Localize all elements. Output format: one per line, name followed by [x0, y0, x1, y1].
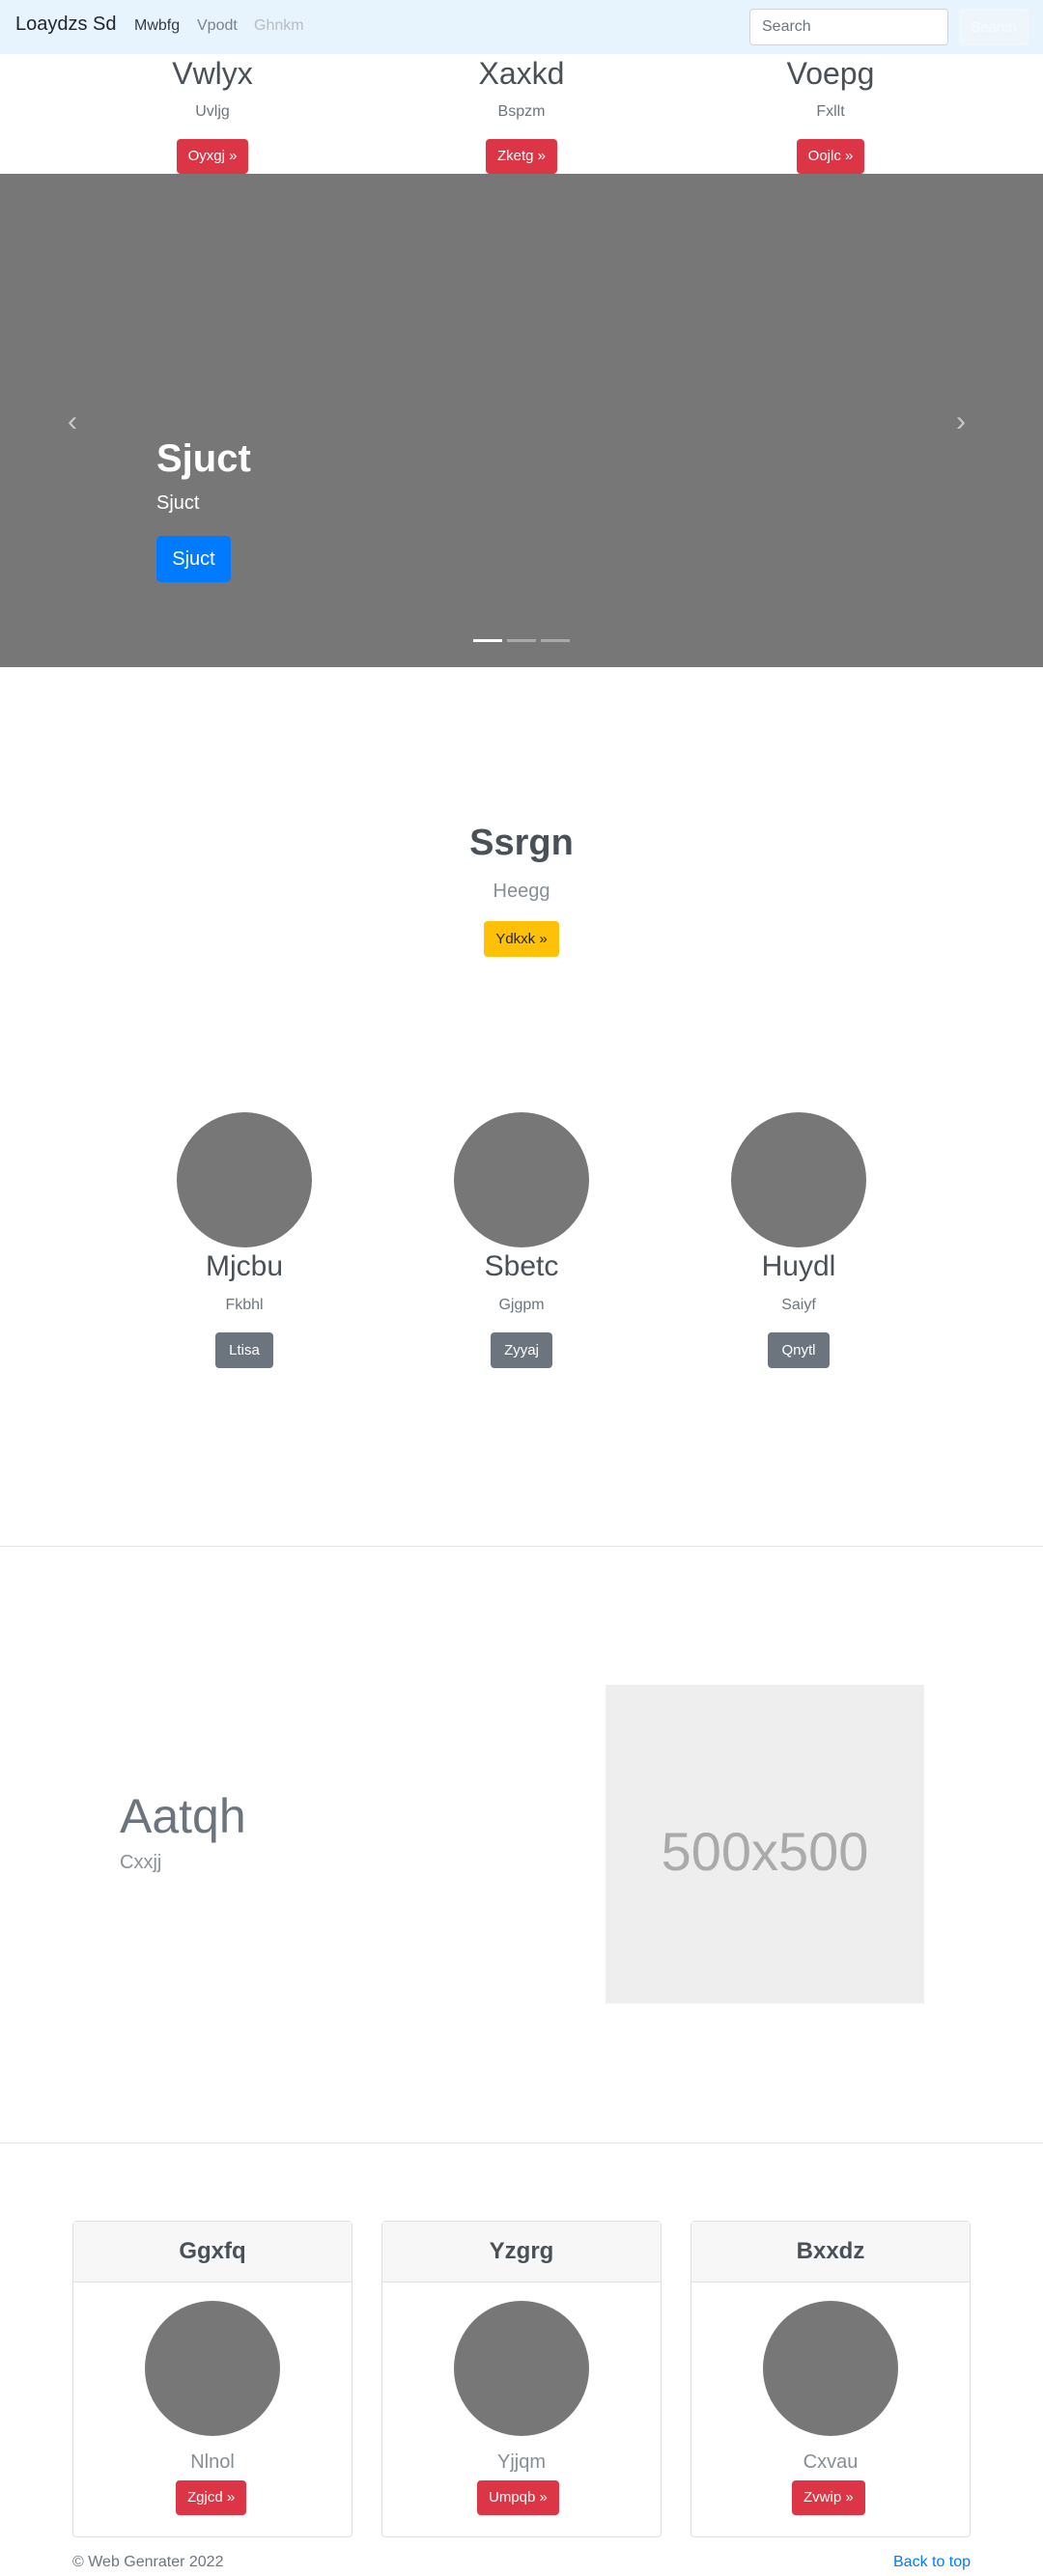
nav-link-3-disabled: Ghnkm: [254, 17, 304, 34]
circle-image: [177, 1112, 312, 1247]
search-button[interactable]: Search: [959, 9, 1029, 45]
top-column-text: Bspzm: [497, 103, 546, 120]
circle-column-button[interactable]: Ltisa: [215, 1332, 273, 1368]
card-3: Bxxdz Cxvau Zvwip »: [691, 2221, 971, 2537]
carousel-caption-button[interactable]: Sjuct: [156, 536, 231, 582]
chevron-left-icon[interactable]: ‹: [68, 406, 77, 438]
placeholder-image-label: 500x500: [661, 1821, 869, 1882]
top-column-button[interactable]: Zketg »: [485, 139, 558, 174]
featurette-subheading: Cxxjj: [120, 1852, 162, 1873]
circle-column-title: Huydl: [761, 1250, 836, 1282]
top-column-text: Uvljg: [195, 103, 230, 120]
card-text: Yjjqm: [496, 2451, 546, 2473]
navbar-brand[interactable]: Loaydzs Sd: [15, 14, 117, 36]
carousel-indicator[interactable]: [473, 639, 502, 642]
circle-column-title: Sbetc: [484, 1250, 559, 1282]
divider: [0, 1546, 1043, 1547]
circle-column-2: Sbetc Gjgpm Zyyaj: [415, 1249, 628, 1368]
circle-column-text: Saiyf: [781, 1297, 816, 1313]
top-column-title: Vwlyx: [172, 56, 253, 91]
circle-column-title: Mjcbu: [205, 1250, 284, 1282]
nav-link-2[interactable]: Vpodt: [197, 17, 238, 35]
card-header: Yzgrg: [382, 2222, 661, 2282]
card-circle-image: [763, 2301, 898, 2436]
placeholder-image: 500x500: [606, 1685, 924, 2003]
featurette-heading: Aatqh: [120, 1789, 246, 1843]
top-column-title: Voepg: [786, 56, 875, 91]
top-column-1: Vwlyx Uvljg Oyxgj »: [87, 54, 338, 174]
carousel: ‹ › Sjuct Sjuct Sjuct: [0, 174, 1043, 667]
chevron-right-icon[interactable]: ›: [956, 406, 966, 438]
divider: [0, 2142, 1043, 2143]
card-button[interactable]: Zvwip »: [792, 2480, 865, 2515]
card-circle-image: [454, 2301, 589, 2436]
circle-image: [454, 1112, 589, 1247]
top-column-title: Xaxkd: [478, 56, 565, 91]
navbar: Loaydzs Sd Mwbfg Vpodt Ghnkm Search: [0, 0, 1043, 54]
carousel-indicator[interactable]: [541, 639, 570, 642]
top-column-2: Xaxkd Bspzm Zketg »: [396, 54, 647, 174]
top-column-text: Fxllt: [816, 103, 845, 120]
carousel-caption-title: Sjuct: [156, 437, 251, 480]
circle-column-button[interactable]: Qnytl: [768, 1332, 830, 1368]
circle-column-text: Fkbhl: [225, 1297, 264, 1313]
jumbotron-button[interactable]: Ydkxk »: [484, 921, 559, 957]
circle-column-1: Mjcbu Fkbhl Ltisa: [138, 1249, 351, 1368]
search-input[interactable]: [749, 9, 948, 45]
circle-column-3: Huydl Saiyf Qnytl: [692, 1249, 905, 1368]
carousel-caption-text: Sjuct: [156, 492, 200, 514]
card-button[interactable]: Zgjcd »: [176, 2480, 247, 2515]
card-text: Cxvau: [803, 2451, 859, 2473]
footer-copyright: © Web Genrater 2022: [72, 2554, 224, 2570]
top-column-3: Voepg Fxllt Oojlc »: [705, 54, 956, 174]
top-column-button[interactable]: Oyxgj »: [176, 139, 249, 174]
card-header: Bxxdz: [691, 2222, 970, 2282]
card-header: Ggxfq: [73, 2222, 352, 2282]
back-to-top-link[interactable]: Back to top: [893, 2554, 971, 2571]
card-circle-image: [145, 2301, 280, 2436]
circle-column-button[interactable]: Zyyaj: [491, 1332, 552, 1368]
card-text: Nlnol: [190, 2451, 235, 2473]
circle-image: [731, 1112, 866, 1247]
jumbotron-subtitle: Heegg: [493, 881, 550, 902]
card-1: Ggxfq Nlnol Zgjcd »: [72, 2221, 352, 2537]
carousel-indicator[interactable]: [507, 639, 536, 642]
jumbotron-title: Ssrgn: [469, 823, 574, 863]
circle-column-text: Gjgpm: [498, 1297, 545, 1313]
nav-link-1[interactable]: Mwbfg: [134, 17, 180, 35]
top-column-button[interactable]: Oojlc »: [796, 139, 865, 174]
card-button[interactable]: Umpqb »: [477, 2480, 559, 2515]
card-2: Yzgrg Yjjqm Umpqb »: [381, 2221, 662, 2537]
